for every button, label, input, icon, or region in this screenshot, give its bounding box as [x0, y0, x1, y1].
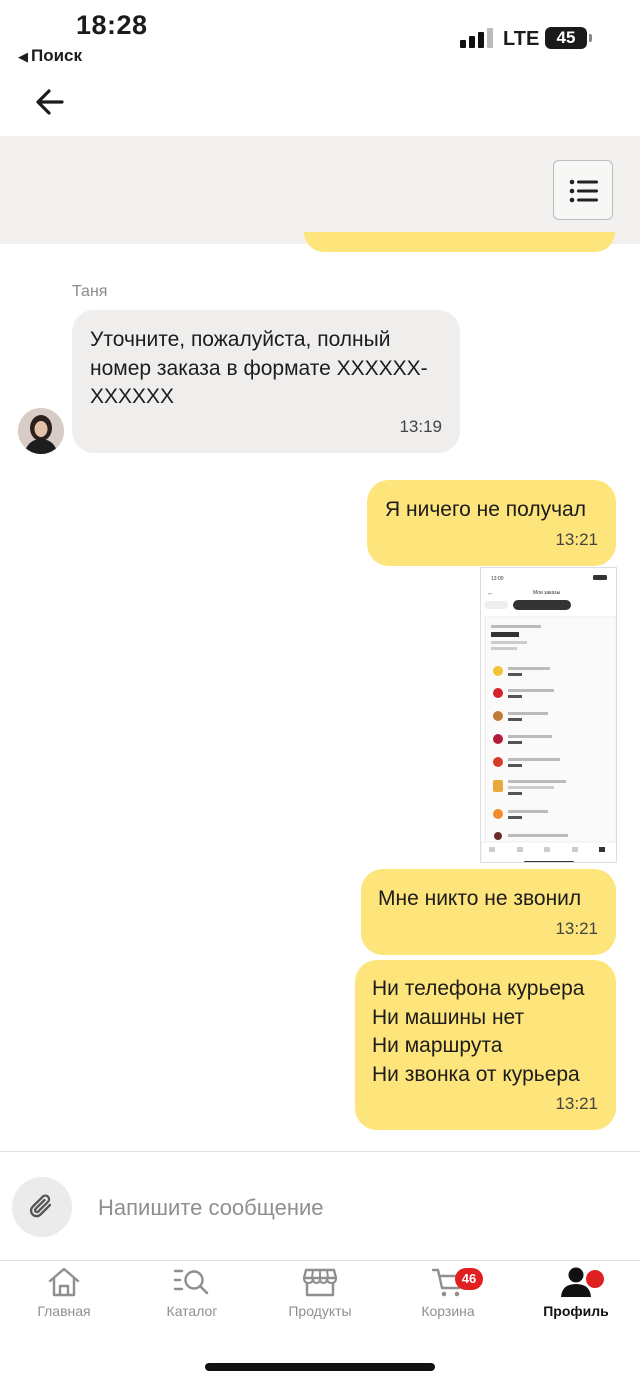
paperclip-icon [29, 1194, 52, 1218]
previous-message-bubble-edge [304, 232, 615, 252]
cart-count-badge: 46 [455, 1268, 483, 1290]
list-menu-icon [569, 179, 598, 203]
arrow-left-icon [36, 89, 64, 115]
tab-profile[interactable]: Профиль [512, 1266, 640, 1330]
svg-text:←: ← [487, 590, 494, 597]
signal-icon [460, 28, 494, 48]
store-icon [302, 1268, 338, 1297]
tab-label: Главная [37, 1303, 91, 1319]
tab-products[interactable]: Продукты [256, 1266, 384, 1330]
battery-level: 45 [556, 28, 576, 47]
profile-notification-dot [584, 1268, 606, 1290]
message-time: 13:19 [399, 416, 442, 436]
catalog-search-icon [173, 1269, 209, 1295]
battery-icon: 45 [545, 27, 592, 49]
message-time: 13:21 [555, 918, 598, 938]
outgoing-message: Мне никто не звонил 13:21 [361, 869, 616, 955]
attach-button[interactable] [12, 1177, 72, 1237]
svg-text:Мои заказы: Мои заказы [533, 590, 561, 596]
home-icon [48, 1267, 80, 1297]
tab-cart[interactable]: Корзина [384, 1266, 512, 1330]
attached-screenshot-image[interactable]: 13:00 ← Мои заказы [480, 567, 617, 863]
back-to-app-link[interactable]: ◀ Поиск [18, 46, 82, 66]
message-text: Уточните, пожалуйста, полный номер заказ… [90, 328, 428, 408]
message-text: Мне никто не звонил [378, 887, 582, 910]
tab-label: Корзина [421, 1303, 475, 1319]
agent-name: Таня [72, 283, 108, 300]
home-indicator [205, 1363, 435, 1371]
incoming-message: Уточните, пожалуйста, полный номер заказ… [72, 310, 460, 453]
message-text: Я ничего не получал [385, 498, 586, 521]
status-bar: 18:28 ◀ Поиск LTE 45 [0, 0, 640, 72]
message-text: Ни телефона курьера Ни машины нет Ни мар… [372, 977, 585, 1086]
menu-button[interactable] [553, 160, 613, 220]
back-button[interactable] [30, 82, 70, 122]
tab-label: Профиль [543, 1303, 609, 1319]
status-time: 18:28 [76, 10, 148, 40]
tab-catalog[interactable]: Каталог [128, 1266, 256, 1330]
svg-text:13:00: 13:00 [491, 576, 504, 582]
network-type: LTE [503, 28, 540, 50]
outgoing-message: Я ничего не получал 13:21 [367, 480, 616, 566]
tab-label: Продукты [288, 1303, 352, 1319]
chat-header-panel [0, 136, 640, 244]
message-time: 13:21 [555, 1093, 598, 1113]
back-triangle-icon: ◀ [18, 49, 28, 64]
agent-avatar [18, 408, 64, 454]
message-input[interactable] [98, 1190, 598, 1226]
tab-home[interactable]: Главная [0, 1266, 128, 1330]
back-to-app-label: Поиск [31, 46, 83, 65]
outgoing-message: Ни телефона курьера Ни машины нет Ни мар… [355, 960, 616, 1130]
message-time: 13:21 [555, 529, 598, 549]
tab-label: Каталог [166, 1303, 218, 1319]
